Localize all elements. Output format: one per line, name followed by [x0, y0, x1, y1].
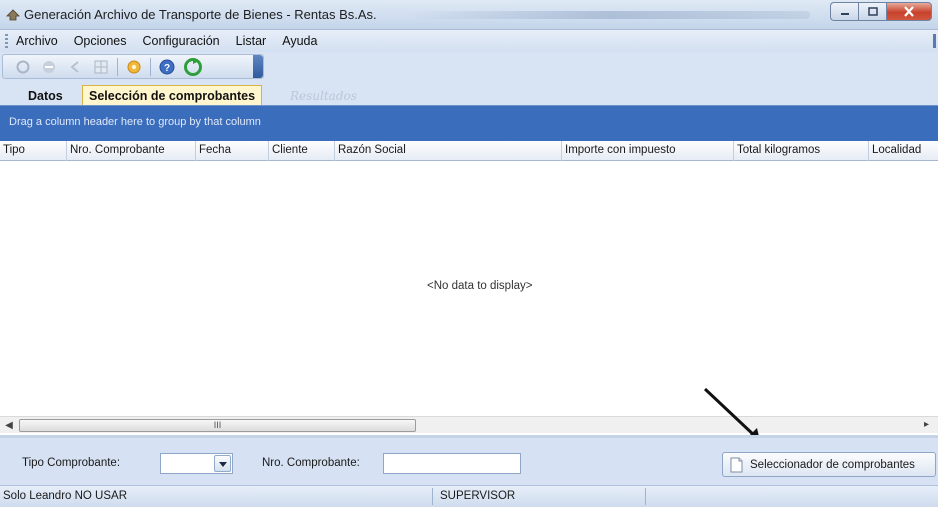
tab-seleccion-comprobantes[interactable]: Selección de comprobantes — [82, 85, 263, 106]
go-button[interactable] — [183, 57, 203, 77]
close-icon — [904, 6, 914, 17]
tab-strip: Datos Selección de comprobantes Resultad… — [0, 80, 938, 106]
status-divider — [645, 488, 646, 505]
close-button[interactable] — [886, 2, 932, 21]
column-header-nro-comprobante[interactable]: Nro. Comprobante — [67, 141, 196, 161]
horizontal-scrollbar[interactable]: ◀ III ▸ — [0, 416, 938, 433]
group-by-panel[interactable]: Drag a column header here to group by th… — [0, 106, 938, 141]
help-icon: ? — [159, 59, 175, 74]
menu-configuracion[interactable]: Configuración — [143, 34, 220, 48]
grid-button[interactable] — [91, 57, 111, 77]
tab-resultados: Resultados — [290, 88, 357, 103]
scroll-left-arrow-icon[interactable]: ◀ — [2, 419, 16, 432]
title-blur-overlay — [410, 11, 810, 19]
column-header-importe[interactable]: Importe con impuesto — [562, 141, 734, 161]
status-bar: Solo Leandro NO USAR SUPERVISOR — [0, 485, 938, 507]
nro-comprobante-input[interactable] — [383, 453, 521, 474]
svg-text:?: ? — [164, 63, 170, 74]
menu-grip — [5, 34, 8, 48]
menu-opciones[interactable]: Opciones — [74, 34, 127, 48]
column-header-row: Tipo Nro. Comprobante Fecha Cliente Razó… — [0, 141, 938, 161]
help-button[interactable]: ? — [157, 57, 177, 77]
filter-bar: Tipo Comprobante: Nro. Comprobante: Sele… — [0, 435, 938, 485]
column-header-tipo[interactable]: Tipo — [0, 141, 67, 161]
back-button[interactable] — [65, 57, 85, 77]
column-header-razon-social[interactable]: Razón Social — [335, 141, 562, 161]
maximize-icon — [867, 6, 878, 16]
column-header-localidad[interactable]: Localidad — [869, 141, 938, 161]
toolstrip: ? — [2, 54, 264, 79]
grid-icon — [94, 60, 108, 73]
window-title: Generación Archivo de Transporte de Bien… — [24, 7, 377, 22]
menu-listar[interactable]: Listar — [236, 34, 267, 48]
status-divider — [432, 488, 433, 505]
back-icon — [70, 60, 79, 73]
stop-icon — [43, 60, 55, 73]
toolbar-separator — [117, 57, 118, 76]
stop-button[interactable] — [39, 57, 59, 77]
go-green-icon — [184, 57, 202, 76]
settings-button[interactable] — [124, 57, 144, 77]
menu-end-grip — [933, 34, 936, 48]
refresh-icon — [16, 60, 30, 73]
maximize-button[interactable] — [858, 2, 886, 21]
column-header-total-kilogramos[interactable]: Total kilogramos — [734, 141, 869, 161]
app-icon — [6, 9, 20, 21]
menu-archivo[interactable]: Archivo — [16, 34, 58, 48]
tipo-comprobante-select[interactable] — [160, 453, 233, 474]
minimize-icon — [840, 12, 849, 15]
status-role: SUPERVISOR — [440, 490, 516, 502]
toolbar-separator — [150, 57, 151, 76]
nro-comprobante-label: Nro. Comprobante: — [262, 457, 360, 469]
chevron-down-icon[interactable] — [214, 455, 231, 472]
refresh-button[interactable] — [13, 57, 33, 77]
toolbar: ? — [0, 52, 938, 80]
column-header-cliente[interactable]: Cliente — [269, 141, 335, 161]
menu-bar: Archivo Opciones Configuración Listar Ay… — [0, 30, 938, 52]
empty-message: <No data to display> — [427, 280, 533, 292]
scroll-right-arrow-icon[interactable]: ▸ — [924, 419, 934, 432]
minimize-button[interactable] — [830, 2, 858, 21]
menu-ayuda[interactable]: Ayuda — [282, 34, 317, 48]
tipo-comprobante-label: Tipo Comprobante: — [22, 457, 121, 469]
tab-datos[interactable]: Datos — [22, 85, 69, 106]
column-header-fecha[interactable]: Fecha — [196, 141, 269, 161]
settings-gear-icon — [127, 60, 141, 73]
scroll-thumb[interactable]: III — [19, 419, 416, 432]
seleccionador-comprobantes-button[interactable]: Seleccionador de comprobantes — [722, 452, 936, 477]
toolbar-overflow-button[interactable] — [253, 55, 263, 78]
grid-body: <No data to display> — [0, 162, 938, 414]
data-grid: Drag a column header here to group by th… — [0, 105, 938, 433]
window-controls — [830, 2, 932, 22]
title-bar: Generación Archivo de Transporte de Bien… — [0, 0, 938, 30]
seleccionador-label: Seleccionador de comprobantes — [750, 458, 915, 471]
document-icon — [730, 457, 743, 472]
status-user: Solo Leandro NO USAR — [3, 490, 128, 502]
